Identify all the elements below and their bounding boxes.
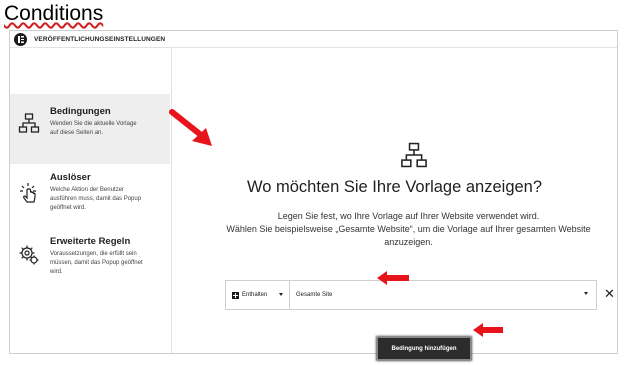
- condition-value-text: Gesamte Site: [296, 292, 333, 298]
- sitemap-icon: [401, 142, 427, 168]
- sidebar: Bedingungen Wenden Sie die aktuelle Vorl…: [10, 48, 172, 353]
- sidebar-item-description: Wenden Sie die aktuelle Vorlage auf dies…: [50, 121, 137, 136]
- sidebar-item-label: Erweiterte Regeln: [50, 236, 131, 247]
- sidebar-item-conditions[interactable]: Bedingungen Wenden Sie die aktuelle Vorl…: [10, 94, 170, 164]
- click-icon: [20, 183, 36, 203]
- annotation-arrow-diagonal-icon: [169, 109, 212, 146]
- condition-type-select[interactable]: Enthalten: [226, 281, 290, 309]
- sidebar-item-label: Bedingungen: [50, 106, 111, 117]
- sitemap-icon: [18, 113, 40, 133]
- sidebar-item-description: Voraussetzungen, die erfüllt sein müssen…: [50, 251, 143, 275]
- panel-description: Legen Sie fest, wo Ihre Vorlage auf Ihre…: [226, 211, 591, 247]
- publish-settings-window: VERÖFFENTLICHUNGSEINSTELLUNGEN Bedingung…: [9, 30, 618, 360]
- annotation-arrow-left-icon: [473, 323, 503, 337]
- panel-title: Wo möchten Sie Ihre Vorlage anzeigen?: [246, 178, 543, 196]
- condition-type-value: Enthalten: [242, 292, 268, 298]
- window-topbar: VERÖFFENTLICHUNGSEINSTELLUNGEN: [10, 31, 617, 48]
- remove-condition-icon[interactable]: ✕: [604, 287, 615, 301]
- sidebar-item-advanced-rules[interactable]: Erweiterte Regeln Voraussetzungen, die e…: [10, 236, 170, 296]
- sidebar-item-triggers[interactable]: Auslöser Welche Aktion der Benutzer ausf…: [10, 172, 170, 230]
- sidebar-item-label: Auslöser: [50, 172, 91, 183]
- heading-conditions: Conditions: [4, 2, 104, 25]
- sidebar-item-description: Welche Aktion der Benutzer ausführen mus…: [50, 187, 142, 211]
- condition-value-select[interactable]: Gesamte Site: [290, 281, 596, 309]
- chevron-down-icon: [279, 293, 283, 296]
- elementor-logo-icon: [14, 32, 27, 46]
- conditions-panel: Wo möchten Sie Ihre Vorlage anzeigen? Le…: [172, 48, 617, 360]
- plus-square-icon: [232, 291, 239, 299]
- gears-icon: [19, 245, 39, 265]
- window-title: VERÖFFENTLICHUNGSEINSTELLUNGEN: [34, 35, 166, 43]
- chevron-down-icon: [584, 292, 588, 295]
- annotation-arrow-left-icon: [377, 271, 409, 285]
- add-condition-button[interactable]: Bedingung hinzufügen: [377, 337, 471, 360]
- condition-row: Enthalten Gesamte Site: [225, 280, 597, 310]
